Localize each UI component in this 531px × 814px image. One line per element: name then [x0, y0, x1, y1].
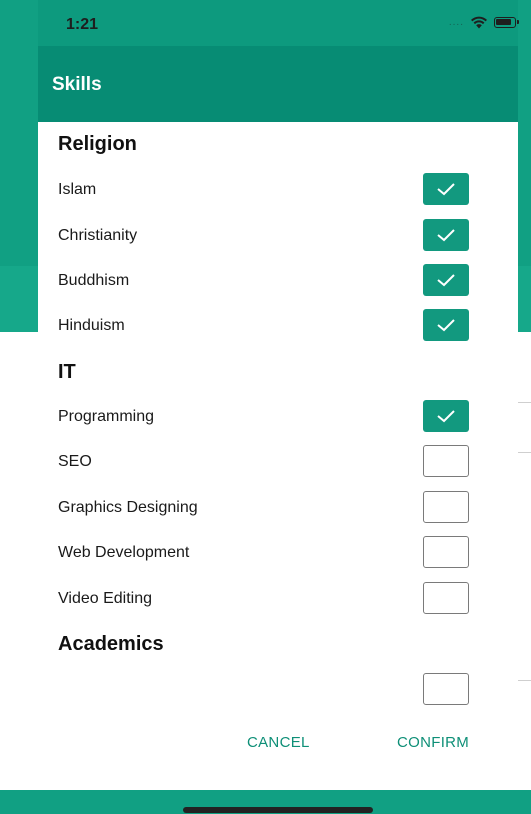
background-divider: [517, 452, 531, 453]
check-icon: [436, 273, 456, 287]
skill-label-hinduism[interactable]: Hinduism: [58, 317, 125, 335]
group-heading-it: IT: [58, 361, 76, 383]
dialog-title: Skills: [52, 74, 102, 95]
skill-label-graphics-designing[interactable]: Graphics Designing: [58, 499, 198, 517]
checkbox-buddhism[interactable]: [423, 264, 469, 296]
check-icon: [436, 182, 456, 196]
check-icon: [436, 318, 456, 332]
confirm-button[interactable]: CONFIRM: [397, 734, 469, 751]
dialog-actions: CANCEL CONFIRM: [38, 722, 518, 786]
skill-label-programming[interactable]: Programming: [58, 408, 154, 426]
skill-label-islam[interactable]: Islam: [58, 181, 96, 199]
check-icon: [436, 409, 456, 423]
checkbox-web-development[interactable]: [423, 536, 469, 568]
skills-dialog: Skills Religion Islam Christianity Buddh…: [38, 46, 518, 786]
group-heading-religion: Religion: [58, 133, 137, 155]
skills-list[interactable]: Religion Islam Christianity Buddhism Hin…: [38, 122, 518, 722]
home-indicator[interactable]: [183, 807, 373, 813]
checkbox-christianity[interactable]: [423, 219, 469, 251]
status-time: 1:21: [66, 16, 99, 33]
group-heading-academics: Academics: [58, 633, 164, 655]
signal-icon: ....: [448, 17, 464, 28]
check-icon: [436, 228, 456, 242]
background-divider: [517, 680, 531, 681]
skill-label-seo[interactable]: SEO: [58, 453, 92, 471]
checkbox-seo[interactable]: [423, 445, 469, 477]
cancel-button[interactable]: CANCEL: [247, 734, 310, 751]
checkbox-graphics-designing[interactable]: [423, 491, 469, 523]
background-divider: [517, 402, 531, 403]
checkbox-hinduism[interactable]: [423, 309, 469, 341]
skill-label-web-development[interactable]: Web Development: [58, 544, 189, 562]
status-bar: 1:21 ....: [38, 0, 519, 46]
checkbox-video-editing[interactable]: [423, 582, 469, 614]
skill-label-christianity[interactable]: Christianity: [58, 227, 137, 245]
skill-label-buddhism[interactable]: Buddhism: [58, 272, 129, 290]
wifi-icon: [470, 16, 488, 29]
dialog-header: Skills: [38, 46, 518, 122]
status-icons: ....: [448, 16, 519, 29]
checkbox-islam[interactable]: [423, 173, 469, 205]
checkbox-programming[interactable]: [423, 400, 469, 432]
battery-icon: [494, 17, 519, 28]
skill-label-video-editing[interactable]: Video Editing: [58, 590, 152, 608]
checkbox-academics-first[interactable]: [423, 673, 469, 705]
